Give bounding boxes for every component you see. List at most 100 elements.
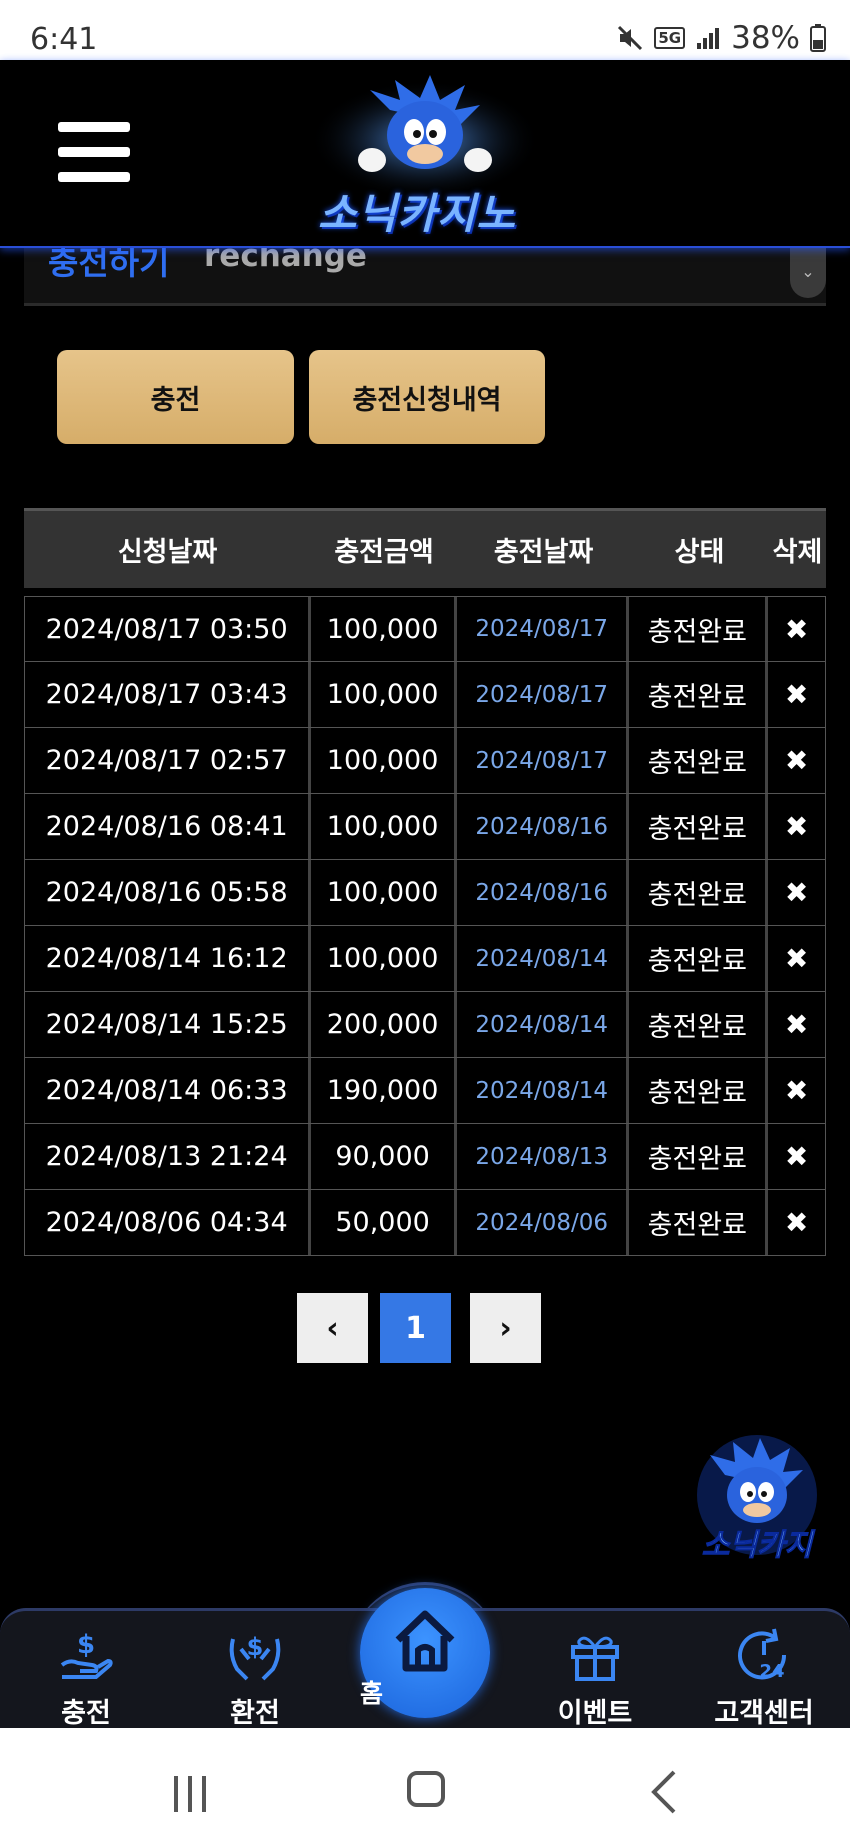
column-header: 충전날짜 [493, 537, 594, 568]
amount-cell: 100,000 [311, 794, 457, 859]
status-cell: 충전완료 [629, 597, 769, 661]
table-row: 2024/08/17 02:57 100,000 2024/08/17 충전완료… [24, 728, 826, 794]
home-icon [395, 1610, 455, 1672]
mute-icon [618, 25, 643, 51]
status-time: 6:41 [30, 22, 98, 57]
prev-page-button[interactable]: ‹ [297, 1293, 368, 1363]
amount-cell: 90,000 [311, 1124, 457, 1189]
amount-cell: 100,000 [311, 860, 457, 925]
signal-icon [697, 28, 720, 49]
charge-date-cell: 2024/08/14 [457, 926, 630, 991]
nav-charge-label: 충전 [61, 1698, 111, 1729]
delete-icon[interactable]: ✖ [768, 926, 825, 991]
table-row: 2024/08/14 06:33 190,000 2024/08/14 충전완료… [24, 1058, 826, 1124]
column-header: 상태 [674, 537, 725, 568]
request-date-cell: 2024/08/14 15:25 [25, 992, 312, 1057]
nav-event[interactable]: 이벤트 [525, 1611, 665, 1731]
delete-icon[interactable]: ✖ [768, 1058, 825, 1123]
nav-home[interactable]: 홈 [360, 1588, 490, 1718]
charge-date-cell: 2024/08/16 [457, 860, 630, 925]
charge-history-table: 신청날짜 충전금액 충전날짜 상태 삭제 2024/08/17 03:50 10… [24, 508, 826, 1256]
delete-icon[interactable]: ✖ [768, 662, 825, 727]
status-cell: 충전완료 [629, 1058, 769, 1123]
delete-icon[interactable]: ✖ [768, 728, 825, 793]
mascot-icon: 소닉카지 [697, 1435, 817, 1564]
charge-history-button[interactable]: 충전신청내역 [309, 350, 545, 444]
svg-text:$: $ [247, 1633, 264, 1661]
table-row: 2024/08/16 05:58 100,000 2024/08/16 충전완료… [24, 860, 826, 926]
back-icon[interactable] [650, 1770, 678, 1814]
request-date-cell: 2024/08/16 08:41 [25, 794, 312, 859]
support-24-icon: 24 [738, 1628, 787, 1682]
charge-date-cell: 2024/08/14 [457, 1058, 630, 1123]
delete-icon[interactable]: ✖ [768, 597, 825, 661]
chevron-down-icon[interactable]: ⌄ [799, 262, 817, 281]
amount-cell: 100,000 [311, 926, 457, 991]
page-1-button[interactable]: 1 [380, 1293, 451, 1363]
delete-icon[interactable]: ✖ [768, 1190, 825, 1255]
next-page-button[interactable]: › [470, 1293, 541, 1363]
battery-icon [810, 24, 826, 52]
amount-cell: 200,000 [311, 992, 457, 1057]
floating-mascot-button[interactable]: 소닉카지 [685, 1430, 830, 1570]
nav-exchange[interactable]: $ 환전 [185, 1611, 325, 1731]
table-row: 2024/08/06 04:34 50,000 2024/08/06 충전완료 … [24, 1190, 826, 1256]
charge-date-cell: 2024/08/17 [457, 728, 630, 793]
status-cell: 충전완료 [629, 860, 769, 925]
logo-text: 소닉카지노 [318, 189, 517, 238]
charge-button[interactable]: 충전 [57, 350, 294, 444]
nav-home-label: 홈 [360, 1679, 384, 1708]
request-date-cell: 2024/08/16 05:58 [25, 860, 312, 925]
status-bar: 6:41 5G 38% [0, 0, 850, 60]
amount-cell: 100,000 [311, 728, 457, 793]
table-row: 2024/08/16 08:41 100,000 2024/08/16 충전완료… [24, 794, 826, 860]
request-date-cell: 2024/08/17 03:43 [25, 662, 312, 727]
charge-date-cell: 2024/08/06 [457, 1190, 630, 1255]
network-icon: 5G [654, 27, 686, 49]
nav-charge[interactable]: $ 충전 [16, 1611, 156, 1731]
nav-support[interactable]: 24 고객센터 [694, 1611, 834, 1731]
column-header: 충전금액 [334, 537, 434, 568]
request-date-cell: 2024/08/14 16:12 [25, 926, 312, 991]
table-row: 2024/08/17 03:50 100,000 2024/08/17 충전완료… [24, 596, 826, 662]
column-header: 삭제 [772, 537, 823, 568]
table-row: 2024/08/13 21:24 90,000 2024/08/13 충전완료 … [24, 1124, 826, 1190]
logo[interactable]: 소닉카지노 [300, 70, 550, 245]
status-cell: 충전완료 [629, 926, 769, 991]
table-header: 신청날짜 충전금액 충전날짜 상태 삭제 [24, 508, 826, 588]
exchange-icon: $ [229, 1633, 281, 1681]
menu-icon[interactable] [58, 122, 130, 182]
delete-icon[interactable]: ✖ [768, 860, 825, 925]
table-row: 2024/08/14 16:12 100,000 2024/08/14 충전완료… [24, 926, 826, 992]
battery-percent: 38% [731, 20, 800, 56]
system-home-icon[interactable] [407, 1771, 445, 1807]
charge-date-cell: 2024/08/13 [457, 1124, 630, 1189]
status-cell: 충전완료 [629, 1190, 769, 1255]
request-date-cell: 2024/08/14 06:33 [25, 1058, 312, 1123]
nav-exchange-label: 환전 [230, 1698, 280, 1729]
table-row: 2024/08/17 03:43 100,000 2024/08/17 충전완료… [24, 662, 826, 728]
status-cell: 충전완료 [629, 728, 769, 793]
system-nav-bar [0, 1728, 850, 1842]
support-badge: 24 [759, 1661, 784, 1682]
svg-text:$: $ [77, 1630, 95, 1660]
status-cell: 충전완료 [629, 794, 769, 859]
recents-icon[interactable] [172, 1774, 208, 1814]
column-header: 신청날짜 [117, 537, 218, 568]
charge-date-cell: 2024/08/17 [457, 597, 630, 661]
request-date-cell: 2024/08/17 03:50 [25, 597, 312, 661]
charge-date-cell: 2024/08/16 [457, 794, 630, 859]
table-body: 2024/08/17 03:50 100,000 2024/08/17 충전완료… [24, 596, 826, 1256]
nav-event-label: 이벤트 [557, 1698, 633, 1729]
request-date-cell: 2024/08/06 04:34 [25, 1190, 312, 1255]
request-date-cell: 2024/08/13 21:24 [25, 1124, 312, 1189]
amount-cell: 100,000 [311, 662, 457, 727]
charge-icon: $ [60, 1630, 113, 1679]
nav-support-label: 고객센터 [714, 1698, 814, 1729]
delete-icon[interactable]: ✖ [768, 992, 825, 1057]
delete-icon[interactable]: ✖ [768, 794, 825, 859]
status-cell: 충전완료 [629, 992, 769, 1057]
charge-date-cell: 2024/08/14 [457, 992, 630, 1057]
delete-icon[interactable]: ✖ [768, 1124, 825, 1189]
status-icons: 5G 38% [616, 20, 826, 56]
